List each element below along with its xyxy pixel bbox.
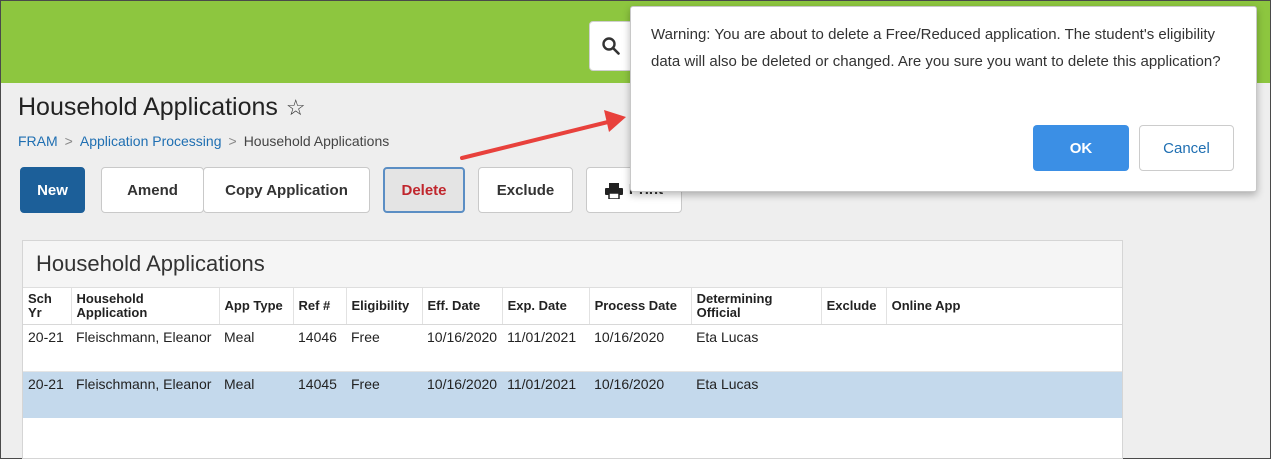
col-ref[interactable]: Ref # [293, 288, 347, 325]
cancel-button[interactable]: Cancel [1139, 125, 1234, 171]
cell-exp-date: 11/01/2021 [502, 371, 590, 418]
col-exp-date[interactable]: Exp. Date [502, 288, 590, 325]
cell-exclude [821, 324, 887, 372]
cell-online-app [886, 371, 1122, 418]
new-button[interactable]: New [20, 167, 85, 213]
printer-icon [604, 182, 623, 200]
delete-button[interactable]: Delete [383, 167, 465, 213]
cell-eff-date: 10/16/2020 [422, 324, 503, 372]
page-title: Household Applications ☆ [18, 93, 306, 122]
cell-sch-yr: 20-21 [23, 324, 71, 372]
cell-household: Fleischmann, Eleanor [71, 324, 219, 372]
col-sch-yr[interactable]: Sch Yr [23, 288, 72, 325]
ok-button[interactable]: OK [1033, 125, 1129, 171]
breadcrumb-fram[interactable]: FRAM [18, 133, 58, 149]
cell-ref: 14046 [293, 324, 346, 372]
cell-process-date: 10/16/2020 [589, 324, 692, 372]
cell-online-app [886, 324, 1122, 372]
cell-process-date: 10/16/2020 [589, 371, 692, 418]
cell-exp-date: 11/01/2021 [502, 324, 590, 372]
amend-button[interactable]: Amend [101, 167, 204, 213]
breadcrumb-current: Household Applications [243, 133, 390, 149]
cell-ref: 14045 [293, 371, 346, 418]
cell-exclude [821, 371, 887, 418]
cell-app-type: Meal [219, 324, 293, 372]
delete-confirmation-dialog: Warning: You are about to delete a Free/… [630, 6, 1257, 192]
household-applications-panel: Household Applications Sch Yr Household … [22, 240, 1123, 459]
breadcrumb-separator: > [228, 133, 237, 149]
page-title-text: Household Applications [18, 93, 278, 121]
breadcrumb-separator: > [64, 133, 73, 149]
applications-table: Sch Yr Household Application App Type Re… [23, 288, 1122, 418]
table-row-selected[interactable]: 20-21 Fleischmann, Eleanor Meal 14045 Fr… [23, 371, 1122, 418]
col-household-application[interactable]: Household Application [71, 288, 220, 325]
exclude-button[interactable]: Exclude [478, 167, 573, 213]
cell-eligibility: Free [346, 371, 422, 418]
col-app-type[interactable]: App Type [219, 288, 294, 325]
table-header-row: Sch Yr Household Application App Type Re… [23, 288, 1122, 325]
col-eff-date[interactable]: Eff. Date [422, 288, 503, 325]
cell-sch-yr: 20-21 [23, 371, 71, 418]
cell-household: Fleischmann, Eleanor [71, 371, 219, 418]
star-outline-icon[interactable]: ☆ [286, 95, 306, 121]
col-online-app[interactable]: Online App [886, 288, 1122, 325]
panel-title: Household Applications [23, 241, 1122, 288]
col-eligibility[interactable]: Eligibility [346, 288, 423, 325]
search-icon [602, 37, 620, 55]
cell-eff-date: 10/16/2020 [422, 371, 503, 418]
copy-application-button[interactable]: Copy Application [203, 167, 370, 213]
cell-official: Eta Lucas [691, 324, 822, 372]
col-process-date[interactable]: Process Date [589, 288, 692, 325]
table-row[interactable]: 20-21 Fleischmann, Eleanor Meal 14046 Fr… [23, 324, 1122, 372]
col-exclude[interactable]: Exclude [821, 288, 887, 325]
cell-official: Eta Lucas [691, 371, 822, 418]
dialog-message: Warning: You are about to delete a Free/… [651, 26, 1221, 70]
col-determining-official[interactable]: Determining Official [691, 288, 822, 325]
breadcrumb-application-processing[interactable]: Application Processing [80, 133, 222, 149]
cell-eligibility: Free [346, 324, 422, 372]
breadcrumb: FRAM > Application Processing > Househol… [18, 133, 389, 149]
cell-app-type: Meal [219, 371, 293, 418]
